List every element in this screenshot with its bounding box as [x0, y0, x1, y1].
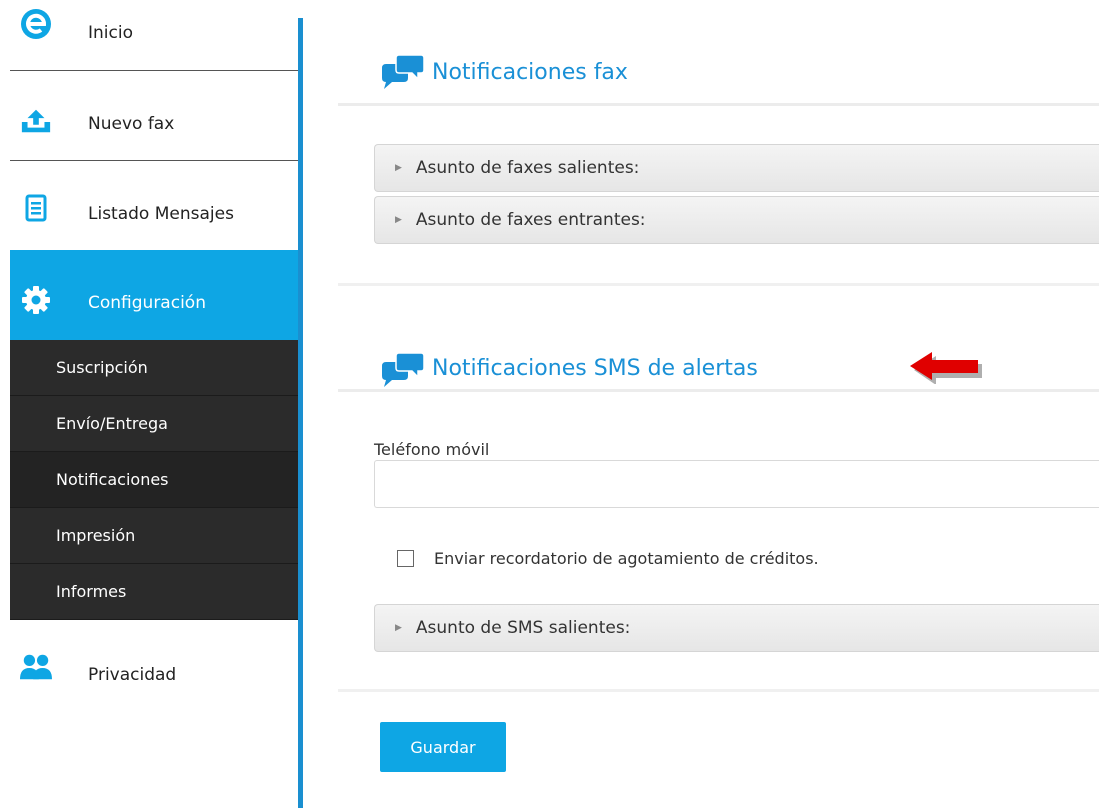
caret-right-icon: ▶	[395, 163, 402, 173]
config-submenu: Suscripción Envío/Entrega Notificaciones…	[10, 340, 303, 620]
panel-header: Notificaciones SMS de alertas	[338, 304, 1099, 392]
document-list-icon	[20, 192, 52, 224]
sidebar-item-label: Nuevo fax	[88, 114, 175, 134]
gear-icon	[20, 284, 52, 316]
save-button[interactable]: Guardar	[380, 722, 506, 772]
checkbox-label: Enviar recordatorio de agotamiento de cr…	[434, 549, 819, 568]
submenu-item-informes[interactable]: Informes	[10, 564, 303, 620]
panel-title: Notificaciones fax	[432, 60, 628, 85]
chat-bubbles-icon	[380, 352, 426, 392]
sidebar: Inicio Nuevo fax Listado Mensajes Config…	[0, 0, 303, 808]
accordion-label: Asunto de SMS salientes:	[415, 618, 631, 638]
chat-bubbles-icon	[380, 54, 426, 94]
credits-reminder-checkbox[interactable]	[397, 550, 414, 567]
submenu-item-notificaciones[interactable]: Notificaciones	[10, 452, 303, 508]
sidebar-item-label: Listado Mensajes	[88, 204, 234, 224]
sidebar-item-label: Privacidad	[88, 665, 177, 685]
caret-right-icon: ▶	[395, 623, 402, 633]
sidebar-item-listado-mensajes[interactable]: Listado Mensajes	[10, 162, 302, 250]
accordion-faxes-entrantes[interactable]: ▶ Asunto de faxes entrantes:	[374, 196, 1099, 244]
save-panel: Guardar	[338, 708, 1099, 808]
credits-reminder-row: Enviar recordatorio de agotamiento de cr…	[397, 549, 819, 568]
sidebar-item-label: Configuración	[88, 293, 206, 313]
accordion-sms-salientes[interactable]: ▶ Asunto de SMS salientes:	[374, 604, 1099, 652]
submenu-item-impresion[interactable]: Impresión	[10, 508, 303, 564]
panel-header: Notificaciones fax	[338, 18, 1099, 106]
sidebar-item-inicio[interactable]: Inicio	[10, 0, 302, 68]
caret-right-icon: ▶	[395, 215, 402, 225]
submenu-item-suscripcion[interactable]: Suscripción	[10, 340, 303, 396]
sidebar-item-nuevo-fax[interactable]: Nuevo fax	[10, 72, 302, 160]
sidebar-border	[298, 18, 303, 808]
logo-e-icon	[20, 8, 52, 40]
users-icon	[20, 651, 52, 683]
sms-notifications-panel: Notificaciones SMS de alertas Teléfono m…	[338, 304, 1099, 692]
accordion-label: Asunto de faxes entrantes:	[415, 210, 646, 230]
phone-label: Teléfono móvil	[374, 440, 490, 459]
divider	[10, 160, 302, 161]
divider	[10, 70, 302, 71]
accordion-label: Asunto de faxes salientes:	[415, 158, 640, 178]
accordion-faxes-salientes[interactable]: ▶ Asunto de faxes salientes:	[374, 144, 1099, 192]
red-arrow-icon	[906, 350, 982, 388]
sidebar-item-configuracion[interactable]: Configuración	[10, 250, 302, 340]
sidebar-item-privacidad[interactable]: Privacidad	[10, 645, 302, 705]
submenu-item-envio-entrega[interactable]: Envío/Entrega	[10, 396, 303, 452]
fax-notifications-panel: Notificaciones fax ▶ Asunto de faxes sal…	[338, 18, 1099, 286]
sidebar-item-label: Inicio	[88, 23, 133, 43]
upload-icon	[20, 105, 52, 137]
panel-title: Notificaciones SMS de alertas	[432, 356, 758, 381]
mobile-phone-input[interactable]	[374, 460, 1099, 508]
